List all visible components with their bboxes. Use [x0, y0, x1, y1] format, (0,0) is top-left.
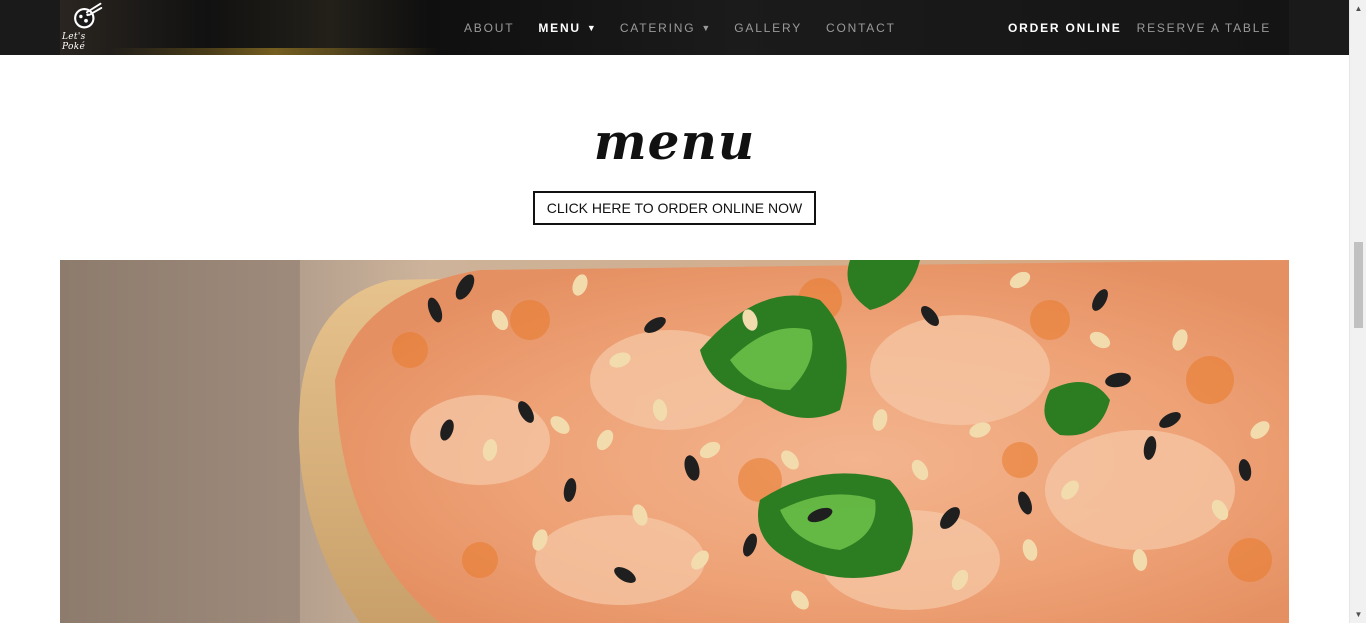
caret-down-icon: ▼ [701, 22, 711, 33]
nav-item-gallery[interactable]: GALLERY [734, 21, 802, 35]
nav-item-label: MENU [538, 20, 581, 35]
nav-item-catering[interactable]: CATERING ▼ [620, 21, 710, 35]
nav-item-label: CATERING [619, 20, 696, 35]
nav-background-highlight [110, 48, 440, 55]
brand-logo[interactable]: Let's Poké [62, 2, 110, 52]
nav-item-menu[interactable]: MENU ▼ [538, 21, 595, 35]
poke-bowl-logo-icon [74, 2, 103, 29]
nav-item-contact[interactable]: CONTACT [826, 21, 896, 35]
nav-item-label: GALLERY [734, 20, 802, 35]
nav-item-about[interactable]: ABOUT [464, 21, 514, 35]
nav-item-label: ABOUT [464, 20, 515, 35]
caret-down-icon: ▼ [586, 22, 596, 33]
nav-item-label: CONTACT [826, 20, 896, 35]
order-online-button[interactable]: CLICK HERE TO ORDER ONLINE NOW [533, 191, 816, 225]
logo-text: Let's Poké [62, 32, 86, 52]
scroll-down-arrow-icon[interactable]: ▼ [1350, 606, 1366, 623]
scroll-thumb[interactable] [1354, 242, 1363, 328]
reserve-table-link[interactable]: RESERVE A TABLE [1137, 21, 1271, 35]
main-nav: ABOUT MENU ▼ CATERING ▼ GALLERY CONTACT [464, 0, 920, 55]
poke-bowl-photo-icon [60, 260, 1289, 623]
secondary-nav: ORDER ONLINE RESERVE A TABLE [993, 0, 1271, 55]
order-online-link[interactable]: ORDER ONLINE [1008, 21, 1122, 35]
scroll-up-arrow-icon[interactable]: ▲ [1350, 0, 1366, 17]
hero-image [60, 260, 1289, 623]
page-title: menu [593, 112, 756, 171]
page-scrollbar[interactable]: ▲ ▼ [1349, 0, 1366, 623]
top-navigation-bar: Let's Poké ABOUT MENU ▼ CATERING ▼ GALLE… [0, 0, 1349, 55]
